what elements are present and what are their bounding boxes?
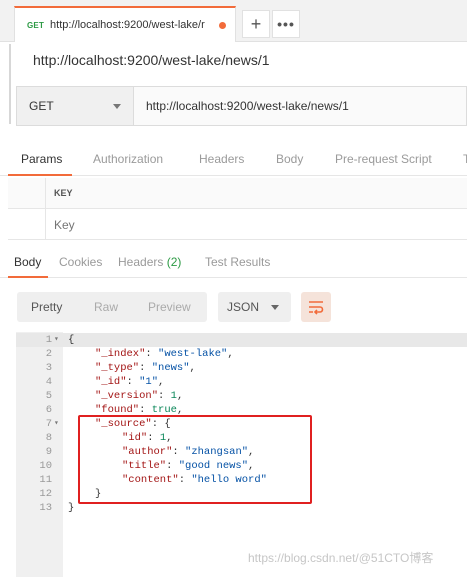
line-number: 13: [39, 502, 52, 514]
tab-params[interactable]: Params: [21, 152, 62, 166]
resp-tab-cookies[interactable]: Cookies: [59, 255, 102, 269]
code-text: "_index": "west-lake",: [95, 348, 234, 360]
key-column-header: KEY: [54, 188, 73, 198]
params-header-row: KEY: [8, 178, 467, 209]
line-number: 3: [45, 362, 52, 374]
active-response-tab-indicator: [8, 276, 48, 278]
plus-icon: +: [250, 14, 262, 34]
line-number: 2: [45, 348, 52, 360]
tab-headers[interactable]: Headers: [199, 152, 244, 166]
row-checkbox[interactable]: [8, 209, 46, 239]
resp-tab-body[interactable]: Body: [14, 255, 41, 269]
resp-tab-headers[interactable]: Headers (2): [118, 255, 181, 269]
method-select[interactable]: GET: [17, 87, 134, 125]
checkbox-column: [8, 178, 46, 208]
watermark: https://blog.csdn.net/@51CTO博客: [248, 551, 434, 565]
code-line: 1 ▾ {: [16, 333, 467, 347]
request-tabs: Params Authorization Headers Body Pre-re…: [0, 146, 467, 176]
left-divider: [9, 44, 11, 124]
code-text: "_version": 1,: [95, 390, 184, 402]
url-bar: GET: [16, 86, 467, 126]
fold-arrow-icon[interactable]: ▾: [54, 417, 59, 431]
line-number: 8: [45, 432, 52, 444]
resp-headers-label: Headers: [118, 255, 164, 269]
code-line: 4 "_id": "1",: [16, 375, 467, 389]
wrap-lines-icon: [309, 301, 324, 315]
tab-tests[interactable]: T: [463, 152, 467, 166]
code-text: }: [68, 502, 75, 514]
chevron-down-icon: [271, 305, 279, 310]
code-line: 5 "_version": 1,: [16, 389, 467, 403]
tab-title: http://localhost:9200/west-lake/r: [50, 19, 205, 31]
tab-pre-request-script[interactable]: Pre-request Script: [335, 152, 432, 166]
more-tabs-button[interactable]: •••: [272, 10, 300, 38]
response-tabs: Body Cookies Headers (2) Test Results: [0, 248, 467, 278]
format-label: JSON: [227, 300, 260, 314]
method-label: GET: [29, 99, 54, 113]
request-name: http://localhost:9200/west-lake/news/1: [33, 52, 270, 68]
code-text: "_id": "1",: [95, 376, 165, 388]
tab-authorization[interactable]: Authorization: [93, 152, 163, 166]
unsaved-dot-icon: [219, 21, 227, 29]
resp-headers-count: (2): [166, 255, 182, 269]
preview-button[interactable]: Preview: [148, 300, 191, 314]
resp-tab-test-results[interactable]: Test Results: [205, 255, 270, 269]
tab-bar: GET http://localhost:9200/west-lake/r + …: [0, 0, 467, 42]
code-text: "_type": "news",: [95, 362, 196, 374]
line-number: 1: [45, 334, 52, 346]
url-input[interactable]: [134, 87, 466, 125]
tab-method: GET: [27, 20, 45, 30]
fold-arrow-icon[interactable]: ▾: [54, 333, 59, 347]
line-number: 12: [39, 488, 52, 500]
source-highlight-box: [78, 415, 312, 504]
key-input[interactable]: [54, 216, 414, 234]
wrap-lines-button[interactable]: [301, 292, 331, 322]
raw-button[interactable]: Raw: [94, 300, 118, 314]
format-select[interactable]: JSON: [218, 292, 291, 322]
code-line: 2 "_index": "west-lake",: [16, 347, 467, 361]
pretty-button[interactable]: Pretty: [31, 300, 62, 314]
line-number: 6: [45, 404, 52, 416]
chevron-down-icon: [113, 104, 121, 109]
code-line: 3 "_type": "news",: [16, 361, 467, 375]
params-row: [8, 209, 467, 240]
params-table: KEY: [8, 178, 467, 240]
active-tab-indicator: [8, 174, 72, 176]
new-tab-button[interactable]: +: [242, 10, 270, 38]
line-number: 11: [39, 474, 52, 486]
code-text: {: [68, 334, 75, 346]
line-number: 4: [45, 376, 52, 388]
view-mode-group: Pretty Raw Preview: [17, 292, 207, 322]
tab-body[interactable]: Body: [276, 152, 303, 166]
line-number: 10: [39, 460, 52, 472]
line-number: 7: [45, 418, 52, 430]
request-tab[interactable]: GET http://localhost:9200/west-lake/r: [14, 6, 236, 42]
more-icon: •••: [277, 16, 295, 32]
line-number: 5: [45, 390, 52, 402]
line-number: 9: [45, 446, 52, 458]
